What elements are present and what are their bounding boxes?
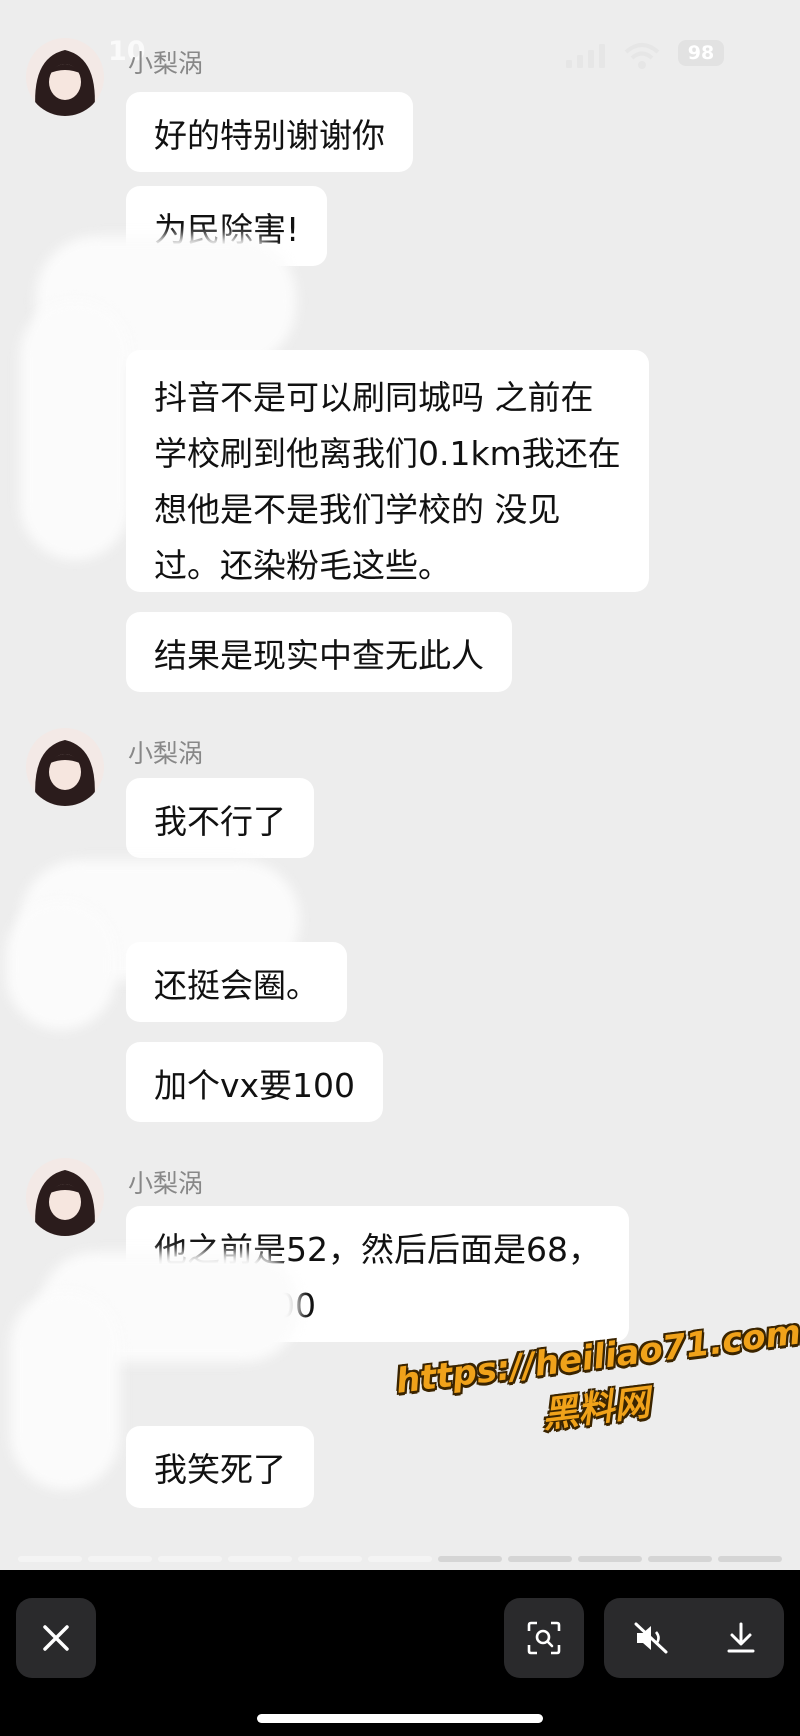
sender-name: 小梨涡 xyxy=(128,1169,204,1198)
story-progress-segment xyxy=(578,1556,642,1562)
message-bubble: 结果是现实中查无此人 xyxy=(126,612,512,692)
home-indicator[interactable] xyxy=(257,1714,543,1723)
avatar-image xyxy=(35,50,95,116)
story-progress-bar xyxy=(18,1556,782,1562)
sender-name: 小梨涡 xyxy=(128,49,204,78)
message-line: 抖音不是可以刷同城吗 之前在 xyxy=(154,378,594,417)
message-line: 学校刷到他离我们0.1km我还在 xyxy=(154,434,621,473)
avatar xyxy=(26,38,104,116)
message-bubble: 好的特别谢谢你 xyxy=(126,92,413,172)
story-progress-segment xyxy=(718,1556,782,1562)
message-line: 想他是不是我们学校的 没见 xyxy=(154,490,561,529)
story-progress-segment xyxy=(88,1556,152,1562)
redaction-smudge xyxy=(6,900,116,1030)
story-progress-segment xyxy=(298,1556,362,1562)
sender-name: 小梨涡 xyxy=(128,739,204,768)
message-line: 过。还染粉毛这些。 xyxy=(154,546,451,585)
message-bubble-multiline: 抖音不是可以刷同城吗 之前在 学校刷到他离我们0.1km我还在 想他是不是我们学… xyxy=(126,350,649,592)
avatar-image xyxy=(35,740,95,806)
story-progress-segment xyxy=(228,1556,292,1562)
download-icon[interactable] xyxy=(726,1621,756,1655)
battery-indicator: 98 xyxy=(678,40,724,66)
story-progress-segment xyxy=(648,1556,712,1562)
story-progress-segment xyxy=(18,1556,82,1562)
close-button[interactable] xyxy=(16,1598,96,1678)
status-bar: 10 98 xyxy=(0,30,800,80)
close-icon xyxy=(43,1625,69,1651)
redaction-smudge xyxy=(20,300,130,560)
media-actions-group xyxy=(604,1598,784,1678)
avatar xyxy=(26,1158,104,1236)
chat-screenshot: 10 98 小梨涡 好的特别谢谢你 为民除害! 抖音不是可以刷同城吗 之前在 学… xyxy=(0,0,800,1570)
message-bubble: 还挺会圈。 xyxy=(126,942,347,1022)
redaction-smudge xyxy=(10,1290,120,1490)
story-progress-segment xyxy=(508,1556,572,1562)
wifi-icon xyxy=(624,43,660,69)
message-bubble: 我笑死了 xyxy=(126,1426,314,1508)
message-bubble: 我不行了 xyxy=(126,778,314,858)
story-progress-segment xyxy=(368,1556,432,1562)
story-progress-segment xyxy=(158,1556,222,1562)
story-progress-segment xyxy=(438,1556,502,1562)
scan-icon xyxy=(527,1621,561,1655)
message-bubble: 加个vx要100 xyxy=(126,1042,384,1122)
avatar xyxy=(26,728,104,806)
scan-button[interactable] xyxy=(504,1598,584,1678)
avatar-image xyxy=(35,1170,95,1236)
speaker-muted-icon[interactable] xyxy=(633,1621,669,1655)
signal-icon xyxy=(566,44,605,68)
